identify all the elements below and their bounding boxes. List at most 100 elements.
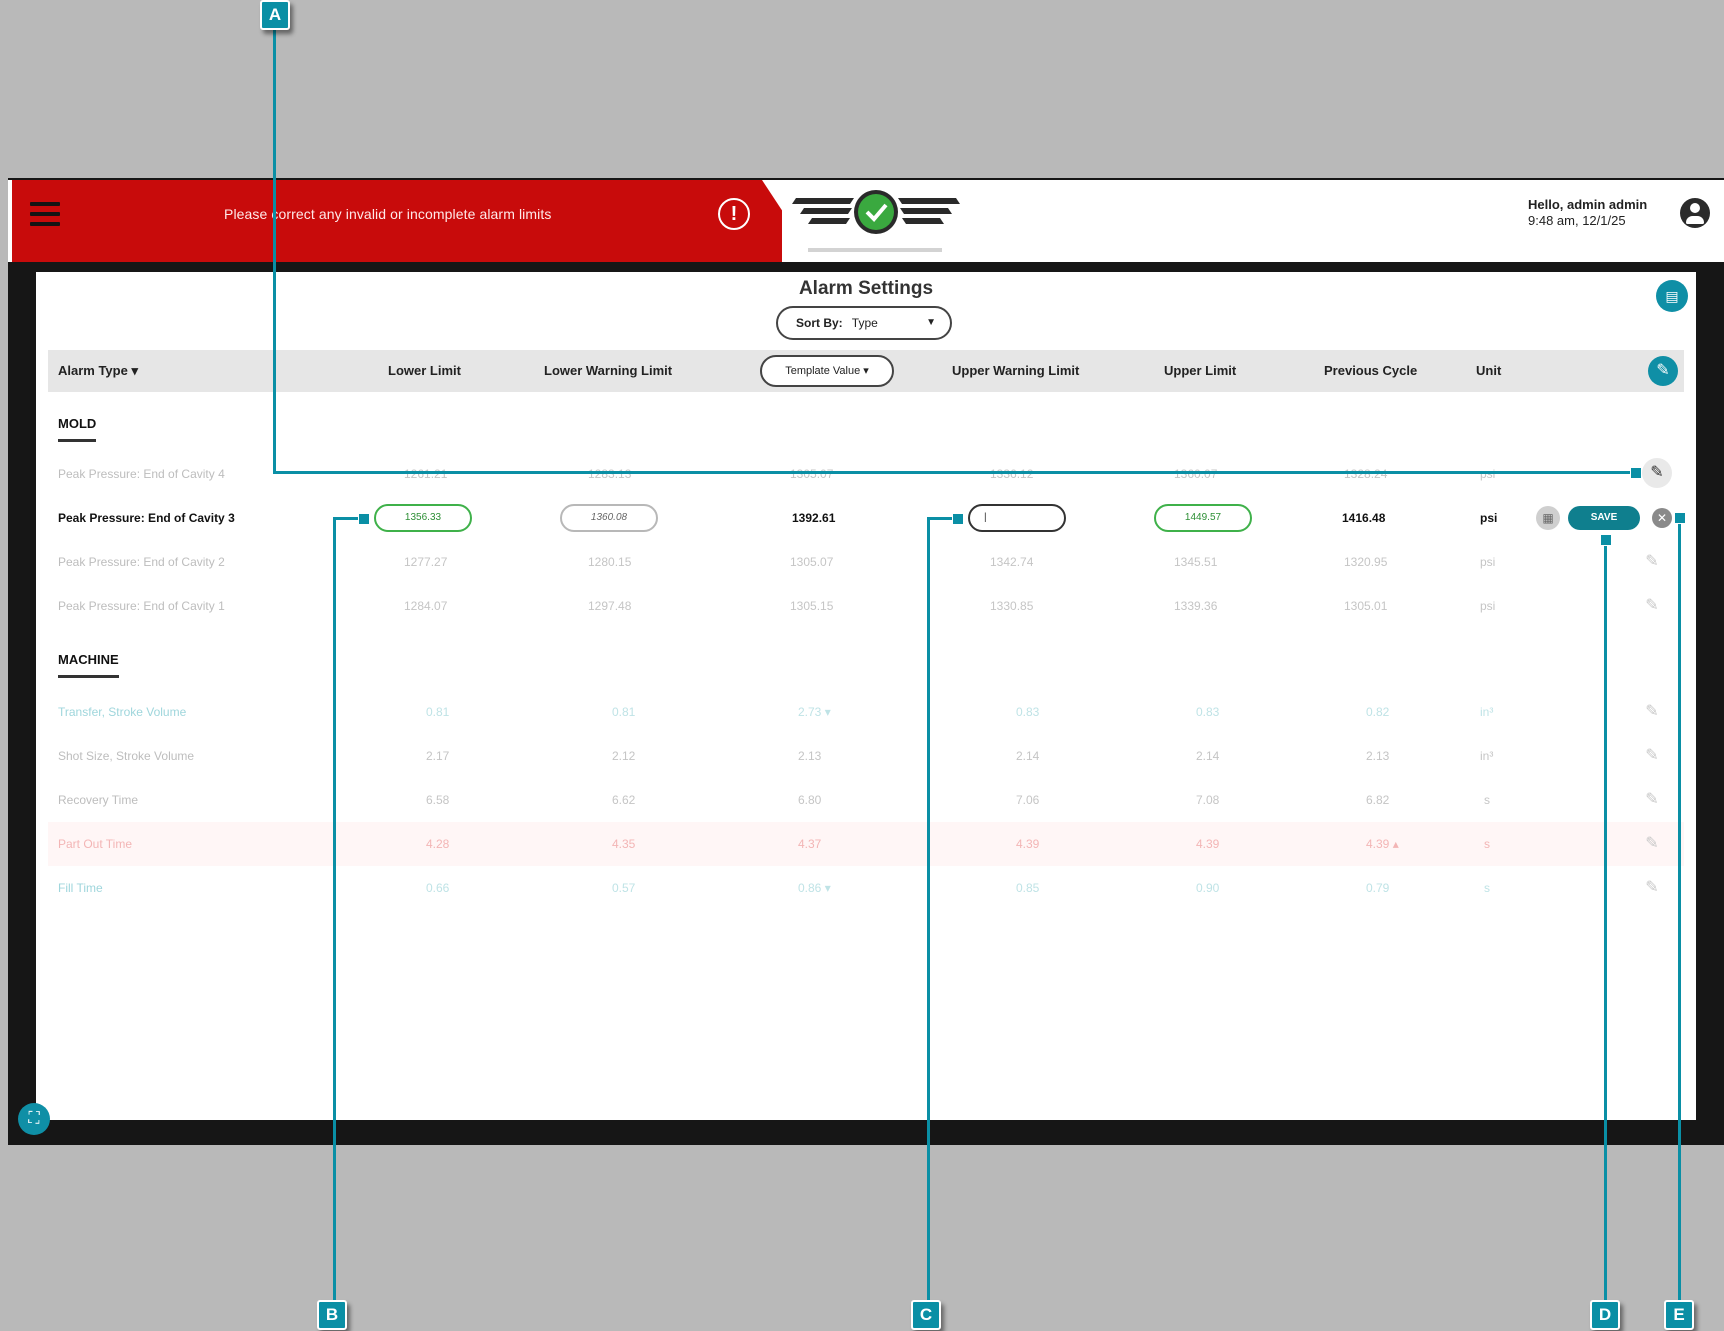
callout-badge-a: A xyxy=(260,0,290,30)
callout-d-dot xyxy=(1600,534,1612,546)
table-header: Alarm Type ▾ Lower Limit Lower Warning L… xyxy=(48,350,1684,392)
table-row: Peak Pressure: End of Cavity 2 1277.27 1… xyxy=(48,540,1684,584)
upper-warning-limit: 1342.74 xyxy=(990,555,1034,569)
user-icon[interactable] xyxy=(1680,198,1710,228)
section-mold: MOLD xyxy=(58,416,97,442)
upper-warning-limit-input[interactable]: | xyxy=(968,504,1066,532)
upper-warning-limit: 4.39 xyxy=(1016,837,1040,851)
template-value: 1305.15 xyxy=(790,599,834,613)
upper-warning-limit: 1330.85 xyxy=(990,599,1034,613)
header-lower-warning-limit: Lower Warning Limit xyxy=(544,363,673,378)
upper-limit: 2.14 xyxy=(1196,749,1220,763)
grid-icon[interactable]: ▤ xyxy=(1656,280,1688,312)
upper-limit: 0.90 xyxy=(1196,881,1220,895)
table-row: Peak Pressure: End of Cavity 1 1284.07 1… xyxy=(48,584,1684,628)
previous-cycle: 1328.24 xyxy=(1344,467,1388,481)
upper-warning-limit: 0.83 xyxy=(1016,705,1040,719)
pencil-icon[interactable]: ✎ xyxy=(1640,594,1664,618)
unit: s xyxy=(1484,837,1490,851)
error-banner: Please correct any invalid or incomplete… xyxy=(12,180,782,262)
callout-badge-d: D xyxy=(1590,1300,1620,1330)
logo-check-icon xyxy=(792,190,960,234)
unit: psi xyxy=(1480,555,1496,569)
section-machine: MACHINE xyxy=(58,652,119,678)
menu-icon[interactable] xyxy=(30,202,60,228)
alarm-name: Fill Time xyxy=(58,881,103,895)
callout-e-dot xyxy=(1674,512,1686,524)
alert-icon: ! xyxy=(718,198,750,230)
pencil-icon[interactable]: ✎ xyxy=(1640,788,1664,812)
callout-badge-c: C xyxy=(911,1300,941,1330)
sort-by-dropdown[interactable]: Sort By: Type ▼ xyxy=(776,306,952,340)
lower-warning-limit-input[interactable]: 1360.08 xyxy=(560,504,658,532)
pencil-icon[interactable]: ✎ xyxy=(1640,700,1664,724)
lower-limit-input[interactable]: 1356.33 xyxy=(374,504,472,532)
lower-warning-limit: 1283.13 xyxy=(588,467,632,481)
callout-e-line xyxy=(1678,518,1681,1310)
pencil-icon[interactable]: ✎ xyxy=(1642,458,1672,488)
pencil-icon[interactable]: ✎ xyxy=(1640,832,1664,856)
lower-warning-limit: 1280.15 xyxy=(588,555,632,569)
template-value: 1305.07 xyxy=(790,467,834,481)
upper-limit-input[interactable]: 1449.57 xyxy=(1154,504,1252,532)
lower-limit: 0.81 xyxy=(426,705,450,719)
table-row: Part Out Time 4.28 4.35 4.37 4.39 4.39 4… xyxy=(48,822,1684,866)
calculator-icon[interactable]: ▦ xyxy=(1536,506,1560,530)
callout-c-dot xyxy=(952,513,964,525)
save-button[interactable]: SAVE xyxy=(1568,506,1640,530)
lower-limit: 1277.27 xyxy=(404,555,448,569)
callout-a-dot xyxy=(1630,467,1642,479)
pencil-icon[interactable]: ✎ xyxy=(1640,876,1664,900)
header-upper-limit: Upper Limit xyxy=(1164,363,1237,378)
alarm-name: Peak Pressure: End of Cavity 4 xyxy=(58,467,225,481)
fullscreen-icon[interactable]: ⛶ xyxy=(18,1103,50,1135)
upper-warning-limit: 0.85 xyxy=(1016,881,1040,895)
greeting-name: Hello, admin admin xyxy=(1528,197,1648,212)
previous-cycle: 0.82 xyxy=(1366,705,1390,719)
previous-cycle: 1305.01 xyxy=(1344,599,1388,613)
upper-limit: 1360.07 xyxy=(1174,467,1218,481)
chevron-down-icon: ▼ xyxy=(926,317,936,328)
callout-b-dot xyxy=(358,513,370,525)
alarm-name: Shot Size, Stroke Volume xyxy=(58,749,195,763)
template-value: 1305.07 xyxy=(790,555,834,569)
pencil-icon[interactable]: ✎ xyxy=(1648,356,1678,386)
template-value: 2.73 ▾ xyxy=(798,705,831,719)
template-value-dropdown[interactable]: Template Value ▾ xyxy=(760,355,894,387)
previous-cycle: 1416.48 xyxy=(1342,511,1386,525)
greeting-datetime: 9:48 am, 12/1/25 xyxy=(1528,213,1626,228)
page-title: Alarm Settings xyxy=(798,278,934,299)
lower-limit: 1284.07 xyxy=(404,599,448,613)
table-row: Peak Pressure: End of Cavity 4 1261.21 1… xyxy=(48,452,1684,496)
sort-by-value: Type xyxy=(851,316,878,330)
lower-limit: 0.66 xyxy=(426,881,450,895)
header-alarm-type[interactable]: Alarm Type ▾ xyxy=(58,350,138,392)
alarm-settings-panel: Alarm Settings Sort By: Type ▼ ▤ Alarm T… xyxy=(36,272,1696,1120)
lower-warning-limit: 6.62 xyxy=(612,793,636,807)
unit: s xyxy=(1484,793,1490,807)
lower-warning-limit: 4.35 xyxy=(612,837,636,851)
lower-warning-limit: 2.12 xyxy=(612,749,636,763)
callout-b-line xyxy=(333,518,336,1310)
lower-warning-limit: 0.81 xyxy=(612,705,636,719)
template-value: 0.86 ▾ xyxy=(798,881,831,895)
pencil-icon[interactable]: ✎ xyxy=(1640,744,1664,768)
upper-warning-limit: 2.14 xyxy=(1016,749,1040,763)
pencil-icon[interactable]: ✎ xyxy=(1640,550,1664,574)
alarm-name: Peak Pressure: End of Cavity 1 xyxy=(58,599,225,613)
table-row: Transfer, Stroke Volume 0.81 0.81 2.73 ▾… xyxy=(48,690,1684,734)
close-icon[interactable]: ✕ xyxy=(1652,508,1672,528)
table-row: Shot Size, Stroke Volume 2.17 2.12 2.13 … xyxy=(48,734,1684,778)
lower-limit: 1261.21 xyxy=(404,467,448,481)
table-row-editing: Peak Pressure: End of Cavity 3 1356.33 1… xyxy=(48,496,1684,540)
callout-c-line xyxy=(927,518,930,1310)
header-upper-warning-limit: Upper Warning Limit xyxy=(952,363,1080,378)
header-unit: Unit xyxy=(1476,363,1502,378)
template-value: 6.80 xyxy=(798,793,822,807)
logo-underline xyxy=(808,248,942,252)
callout-a-line xyxy=(273,26,276,472)
template-value: 4.37 xyxy=(798,837,822,851)
header-lower-limit: Lower Limit xyxy=(388,363,461,378)
callout-badge-e: E xyxy=(1664,1300,1694,1330)
lower-limit: 6.58 xyxy=(426,793,450,807)
